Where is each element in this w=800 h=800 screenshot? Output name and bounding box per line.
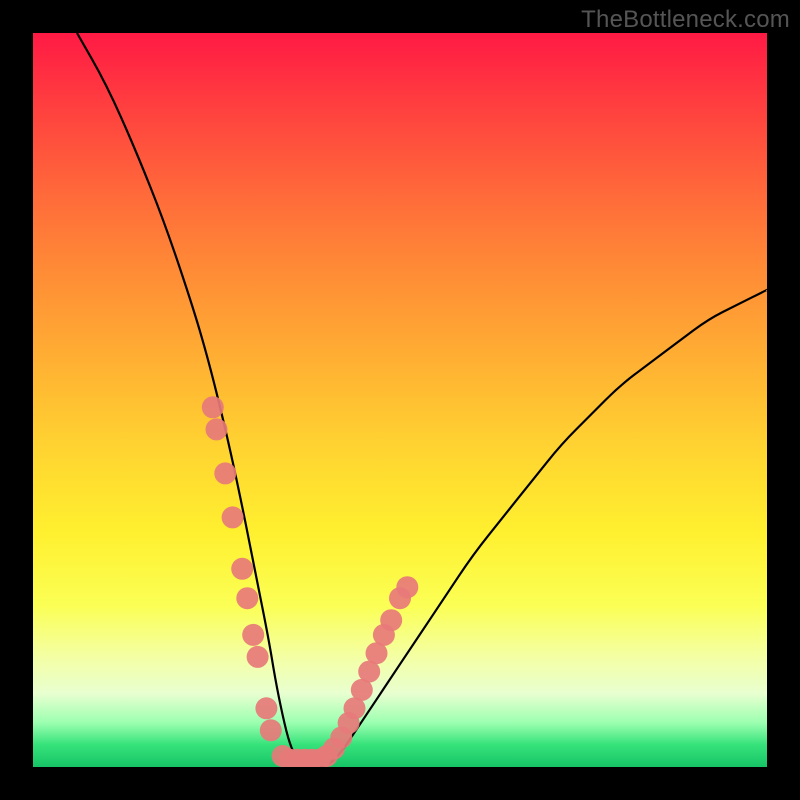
data-marker [214, 462, 236, 484]
data-marker [242, 624, 264, 646]
data-marker [260, 719, 282, 741]
curve-markers [202, 396, 418, 767]
chart-frame: TheBottleneck.com [0, 0, 800, 800]
data-marker [247, 646, 269, 668]
data-marker [255, 697, 277, 719]
bottleneck-curve-svg [33, 33, 767, 767]
bottleneck-curve [77, 33, 767, 767]
data-marker [236, 587, 258, 609]
data-marker [380, 609, 402, 631]
data-marker [222, 506, 244, 528]
watermark-text: TheBottleneck.com [581, 6, 790, 34]
data-marker [396, 576, 418, 598]
data-marker [206, 418, 228, 440]
plot-area [33, 33, 767, 767]
data-marker [231, 558, 253, 580]
data-marker [202, 396, 224, 418]
